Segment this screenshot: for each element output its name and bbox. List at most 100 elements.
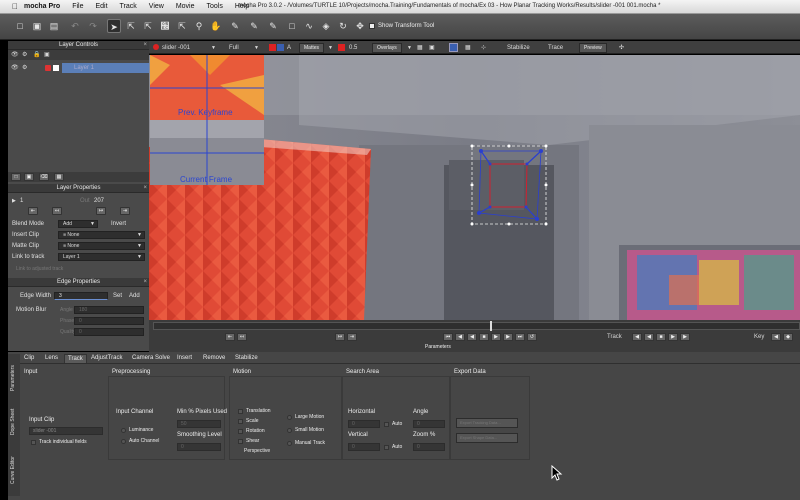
motion-blur-checkbox[interactable]: Motion Blur [16, 305, 46, 315]
overlays-button[interactable]: Overlays [372, 43, 402, 53]
auto-channel-radio[interactable] [121, 439, 126, 444]
close-icon[interactable]: × [143, 41, 147, 50]
tab-camera-solve[interactable]: Camera Solve [129, 354, 173, 363]
chevron-down-icon[interactable]: ▼ [254, 44, 259, 52]
smoothing-field[interactable]: 0 [177, 443, 221, 451]
set-button[interactable]: Set [113, 291, 122, 301]
prev-frame-icon[interactable]: ◀ [455, 333, 465, 341]
small-motion-radio[interactable] [287, 428, 292, 433]
curve-tool-icon[interactable]: ∿ [302, 19, 316, 33]
hand-tool-icon[interactable]: ✋ [209, 19, 223, 33]
add-point-icon[interactable]: ⇱ [175, 19, 189, 33]
lock-icon[interactable]: 🔒 [33, 51, 40, 58]
tab-adjust-track[interactable]: AdjustTrack [88, 354, 125, 363]
zoom-in-icon[interactable]: ↤ [237, 333, 247, 341]
layer-matte-checkbox[interactable] [53, 65, 59, 71]
horizontal-auto-checkbox[interactable] [384, 422, 389, 427]
next-frame-icon[interactable]: ▶ [503, 333, 513, 341]
insert-clip-select[interactable]: ■ None ▼ [58, 231, 145, 239]
layer-name-cell[interactable]: Layer 1 [62, 63, 149, 73]
select-point-icon[interactable]: ⇱ [141, 19, 155, 33]
edge-width-input[interactable]: 3 [54, 292, 108, 300]
play-backward-icon[interactable]: ◀ [467, 333, 477, 341]
tab-insert[interactable]: Insert [174, 354, 195, 363]
out-value[interactable]: 207 [94, 196, 104, 206]
create-x-spline-icon[interactable]: ✎ [228, 19, 242, 33]
blend-mode-select[interactable]: Add ▼ [58, 220, 98, 228]
out-point-button[interactable]: ⇥ [347, 333, 357, 341]
chevron-down-icon[interactable]: ▼ [328, 44, 333, 52]
tab-track[interactable]: Track [64, 354, 87, 363]
preview-button[interactable]: Preview [579, 43, 607, 53]
track-next-icon[interactable]: ▶ [668, 333, 678, 341]
redo-icon[interactable]: ↷ [86, 19, 100, 33]
create-bezier-icon[interactable]: ✎ [247, 19, 261, 33]
matte-color-icon[interactable] [338, 44, 345, 51]
track-backward-icon[interactable]: ◀ [632, 333, 642, 341]
vertical-field[interactable]: 0 [348, 443, 380, 451]
text-a-label[interactable]: A [287, 44, 291, 52]
mesh-icon[interactable]: ▦ [465, 44, 471, 52]
planar-surface[interactable] [469, 143, 549, 227]
input-clip-select[interactable]: slider -001 [29, 427, 103, 435]
duplicate-layer-icon[interactable]: ▣ [24, 173, 34, 181]
pick-tool-icon[interactable]: ➤ [107, 19, 121, 33]
open-project-icon[interactable]: ▣ [30, 19, 44, 33]
timeline-scrubber[interactable] [153, 321, 800, 331]
tab-clip[interactable]: Clip [21, 354, 37, 363]
move-tool-icon[interactable]: ✥ [353, 19, 367, 33]
stabilize-toggle[interactable]: Stabilize [507, 44, 530, 52]
layer-gear-icon[interactable]: ⚙ [22, 64, 27, 71]
close-icon[interactable]: × [143, 278, 147, 287]
in-point-button[interactable]: ⇤ [225, 333, 235, 341]
apple-icon[interactable]:  [12, 2, 24, 11]
invert-checkbox[interactable]: Invert [111, 219, 126, 229]
tab-lens[interactable]: Lens [42, 354, 61, 363]
angle-field[interactable]: 0 [413, 420, 445, 428]
loop-icon[interactable]: ↺ [527, 333, 537, 341]
zoom-field[interactable]: 0 [413, 443, 445, 451]
trace-toggle[interactable]: Trace [548, 44, 563, 52]
track-prev-icon[interactable]: ◀ [644, 333, 654, 341]
save-project-icon[interactable]: ▤ [47, 19, 61, 33]
color-red-icon[interactable] [269, 44, 276, 51]
tab-stabilize[interactable]: Stabilize [232, 354, 261, 363]
rectangle-spline-icon[interactable]: □ [285, 19, 299, 33]
shear-checkbox[interactable] [238, 439, 243, 444]
menu-file[interactable]: File [72, 3, 83, 10]
playhead[interactable] [490, 321, 492, 331]
play-forward-icon[interactable]: ▶ [491, 333, 501, 341]
new-project-icon[interactable]: □ [13, 19, 27, 33]
horizontal-field[interactable]: 0 [348, 420, 380, 428]
translation-checkbox[interactable] [238, 409, 243, 414]
link-adjusted-checkbox[interactable]: Link to adjusted track [16, 264, 157, 274]
track-stop-icon[interactable]: ■ [656, 333, 666, 341]
layer-icon[interactable]: ▣ [44, 51, 50, 58]
view-resolution-select[interactable]: Full [229, 44, 239, 52]
tab-remove[interactable]: Remove [200, 354, 228, 363]
magnetic-spline-icon[interactable]: ✎ [266, 19, 280, 33]
group-layer-icon[interactable]: ▦ [54, 173, 64, 181]
view-options-icon[interactable]: ▣ [429, 44, 435, 52]
menu-tools[interactable]: Tools [207, 3, 223, 10]
scale-checkbox[interactable] [238, 419, 243, 424]
mattes-button[interactable]: Mattes [299, 43, 325, 53]
spline-connect-icon[interactable]: ◈ [319, 19, 333, 33]
export-shape-button[interactable]: Export Shape Data... [456, 433, 518, 443]
add-layer-icon[interactable]: □ [11, 173, 21, 181]
viewer-canvas[interactable]: Prev. Keyframe Current Frame [149, 55, 800, 320]
menu-edit[interactable]: Edit [95, 3, 107, 10]
vtab-parameters[interactable]: Parameters [10, 358, 18, 398]
link-track-select[interactable]: Layer 1 ▼ [58, 253, 145, 261]
first-frame-icon[interactable]: ⏮ [443, 333, 453, 341]
gear-icon[interactable]: ⚙ [22, 51, 27, 58]
export-tracking-button[interactable]: Export Tracking Data... [456, 418, 518, 428]
go-in-icon[interactable]: ↤ [52, 207, 62, 215]
vtab-curve-editor[interactable]: Curve Editor [10, 450, 18, 490]
rotate-tool-icon[interactable]: ↻ [336, 19, 350, 33]
large-motion-radio[interactable] [287, 415, 292, 420]
edit-x-spline-icon[interactable]: ׬ [158, 19, 172, 33]
vertical-auto-checkbox[interactable] [384, 445, 389, 450]
layer-color-swatch[interactable] [45, 65, 51, 71]
menu-view[interactable]: View [149, 3, 164, 10]
